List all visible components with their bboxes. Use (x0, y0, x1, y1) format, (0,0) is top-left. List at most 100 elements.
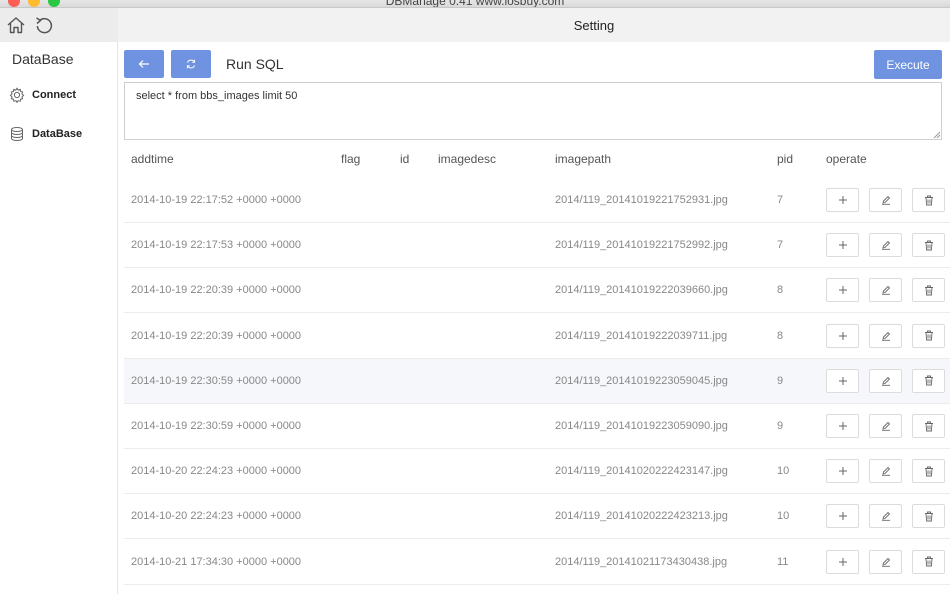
delete-row-button[interactable] (912, 233, 945, 258)
delete-row-button[interactable] (912, 414, 945, 438)
table-row[interactable]: 2014-10-19 22:30:59 +0000 +0000 2014/119_… (124, 358, 950, 404)
cell-pid: 10 (777, 465, 790, 478)
cell-addtime: 2014-10-19 22:30:59 +0000 +0000 (131, 374, 302, 387)
delete-row-button[interactable] (912, 459, 945, 484)
cell-imagepath: 2014/119_20141021173430438.jpg (555, 555, 728, 568)
cell-addtime: 2014-10-20 22:24:23 +0000 +0000 (131, 465, 302, 478)
delete-row-button[interactable] (912, 504, 945, 529)
window-titlebar: DBManage 0.41 www.iosbuy.com (0, 0, 950, 8)
home-icon[interactable] (4, 13, 28, 37)
plus-icon (838, 511, 848, 521)
resize-grip-icon[interactable] (932, 130, 941, 139)
plus-icon (838, 285, 848, 295)
edit-icon (881, 285, 891, 296)
reload-button[interactable] (171, 50, 211, 78)
column-header-flag[interactable]: flag (341, 152, 360, 166)
trash-icon (924, 195, 934, 206)
top-bar: Setting (0, 8, 950, 42)
table-row[interactable]: 2014-10-21 17:34:30 +0000 +0000 2014/119_… (124, 539, 950, 585)
add-row-button[interactable] (826, 323, 859, 348)
add-row-button[interactable] (826, 549, 859, 574)
cell-pid: 9 (777, 374, 784, 387)
delete-row-button[interactable] (912, 549, 945, 574)
plus-icon (838, 466, 848, 476)
refresh-icon[interactable] (32, 13, 56, 37)
gear-icon (8, 86, 26, 104)
trash-icon (924, 240, 934, 251)
edit-row-button[interactable] (869, 368, 902, 393)
cell-addtime: 2014-10-19 22:20:39 +0000 +0000 (131, 284, 302, 297)
table-row[interactable]: 2014-10-20 22:24:23 +0000 +0000 2014/119_… (124, 449, 950, 495)
edit-icon (881, 421, 891, 431)
delete-row-button[interactable] (912, 368, 945, 393)
edit-row-button[interactable] (869, 323, 902, 348)
sidebar-item-label: Connect (32, 89, 76, 101)
trash-icon (924, 466, 934, 477)
edit-row-button[interactable] (869, 278, 902, 303)
column-header-id[interactable]: id (400, 152, 409, 166)
table-row[interactable]: 2014-10-19 22:20:39 +0000 +0000 2014/119_… (124, 313, 950, 359)
table-body: 2014-10-19 22:17:52 +0000 +0000 2014/119_… (124, 178, 950, 594)
edit-icon (881, 557, 891, 567)
sql-query-input[interactable]: select * from bbs_images limit 50 (124, 82, 942, 140)
trash-icon (924, 421, 934, 432)
edit-row-button[interactable] (869, 188, 902, 212)
table-row[interactable]: 2014-10-19 22:17:52 +0000 +0000 2014/119_… (124, 178, 950, 223)
delete-row-button[interactable] (912, 188, 945, 212)
cell-addtime: 2014-10-19 22:30:59 +0000 +0000 (131, 420, 302, 432)
table-row[interactable]: 2014-10-20 22:24:23 +0000 +0000 2014/119_… (124, 494, 950, 540)
database-icon (8, 125, 26, 143)
table-row[interactable]: 2014-10-19 22:30:59 +0000 +0000 2014/119_… (124, 404, 950, 449)
edit-row-button[interactable] (869, 414, 902, 438)
cell-pid: 7 (777, 194, 784, 206)
cell-addtime: 2014-10-19 22:17:52 +0000 +0000 (131, 194, 302, 206)
cell-pid: 10 (777, 510, 790, 523)
cell-imagepath: 2014/119_20141019222039660.jpg (555, 284, 728, 297)
delete-row-button[interactable] (912, 278, 945, 303)
edit-row-button[interactable] (869, 504, 902, 529)
cell-addtime: 2014-10-19 22:20:39 +0000 +0000 (131, 329, 302, 342)
add-row-button[interactable] (826, 414, 859, 438)
table-row[interactable]: 2014-10-19 22:20:39 +0000 +0000 2014/119_… (124, 268, 950, 314)
edit-icon (881, 376, 891, 386)
edit-icon (881, 195, 891, 205)
cell-pid: 8 (777, 329, 784, 342)
trash-icon (924, 556, 934, 567)
cell-imagepath: 2014/119_20141019221752931.jpg (555, 194, 728, 206)
column-header-imagedesc[interactable]: imagedesc (438, 152, 496, 166)
window-title: DBManage 0.41 www.iosbuy.com (385, 0, 565, 8)
plus-icon (838, 421, 848, 431)
add-row-button[interactable] (826, 188, 859, 212)
column-header-operate: operate (826, 152, 867, 166)
arrow-left-icon (138, 60, 149, 68)
cell-imagepath: 2014/119_20141020222423213.jpg (555, 510, 728, 523)
delete-row-button[interactable] (912, 323, 945, 348)
edit-row-button[interactable] (869, 459, 902, 484)
cell-pid: 7 (777, 239, 784, 252)
back-button[interactable] (124, 50, 164, 78)
add-row-button[interactable] (826, 368, 859, 393)
trash-icon (924, 375, 934, 386)
run-sql-title: Run SQL (226, 56, 284, 72)
add-row-button[interactable] (826, 233, 859, 258)
edit-row-button[interactable] (869, 233, 902, 258)
add-row-button[interactable] (826, 278, 859, 303)
cell-imagepath: 2014/119_20141019223059045.jpg (555, 374, 728, 387)
add-row-button[interactable] (826, 504, 859, 529)
sidebar-item-label: DataBase (32, 128, 83, 140)
plus-icon (838, 376, 848, 386)
cell-addtime: 2014-10-20 22:24:23 +0000 +0000 (131, 510, 302, 523)
trash-icon (924, 285, 934, 296)
cell-pid: 8 (777, 284, 784, 297)
add-row-button[interactable] (826, 459, 859, 484)
column-header-addtime[interactable]: addtime (131, 152, 174, 166)
execute-button[interactable]: Execute (874, 50, 942, 79)
column-header-imagepath[interactable]: imagepath (555, 152, 611, 166)
column-header-pid[interactable]: pid (777, 152, 793, 166)
edit-row-button[interactable] (869, 549, 902, 574)
edit-icon (881, 331, 891, 341)
sidebar-item-database[interactable]: DataBase (0, 121, 117, 147)
trash-icon (924, 511, 934, 522)
sidebar-item-connect[interactable]: Connect (0, 82, 117, 108)
table-row[interactable]: 2014-10-19 22:17:53 +0000 +0000 2014/119_… (124, 223, 950, 269)
